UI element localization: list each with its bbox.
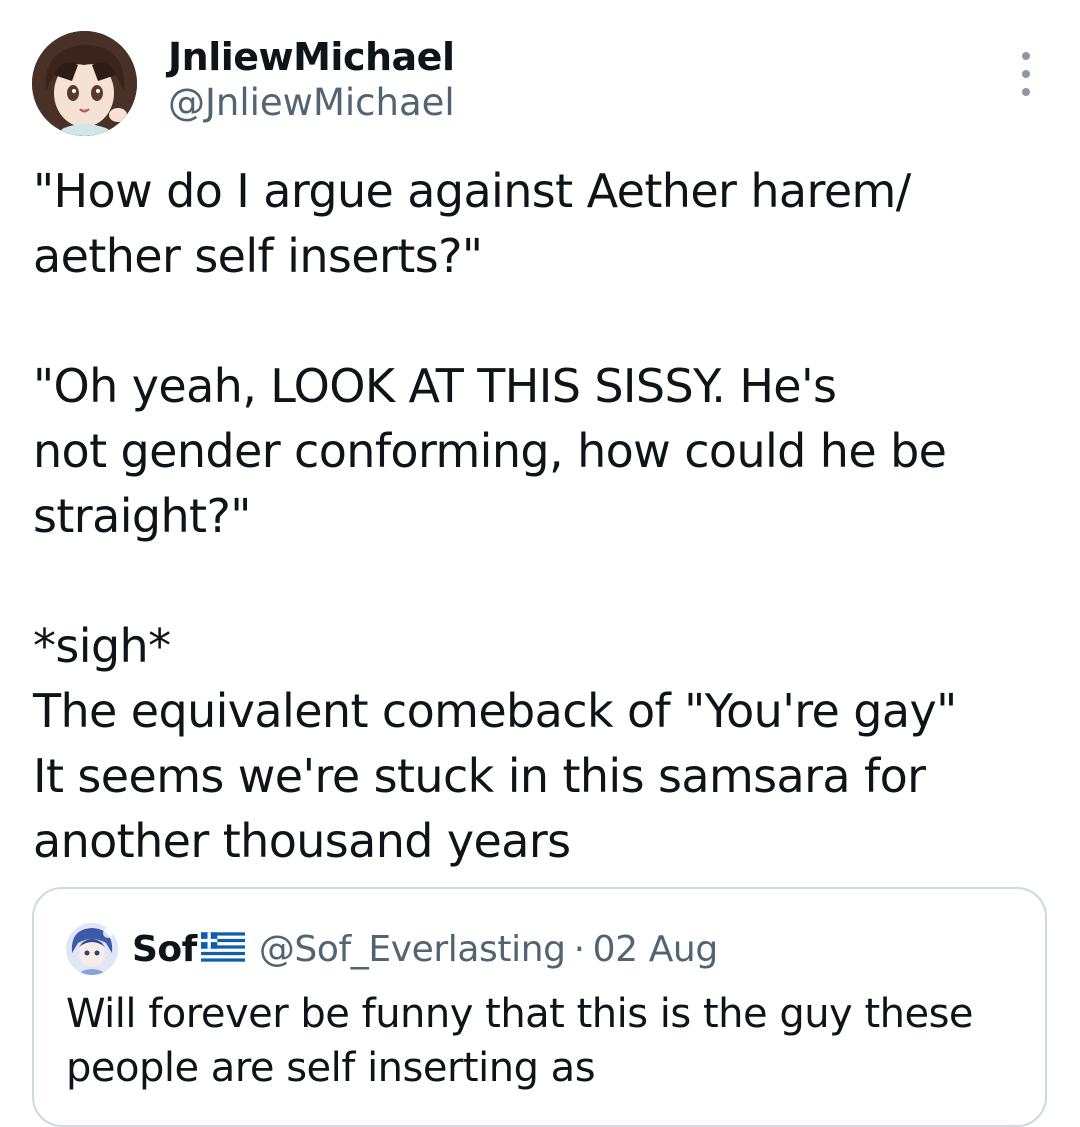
- tweet-body-line: *sigh*: [33, 619, 171, 673]
- more-options-icon[interactable]: [1008, 52, 1044, 96]
- author-display-name[interactable]: JnliewMichael: [168, 34, 455, 80]
- author-handle[interactable]: @JnliewMichael: [168, 80, 455, 126]
- more-dot: [1022, 88, 1030, 96]
- anime-character-avatar-icon: [66, 923, 118, 975]
- tweet-body: "How do I argue against Aether harem/ ae…: [33, 159, 1043, 874]
- anime-character-avatar-icon: [32, 31, 137, 136]
- tweet-body-line: another thousand years: [33, 814, 571, 868]
- quoted-tweet-line: Will forever be funny that this is the g…: [66, 991, 974, 1037]
- quoted-tweet-header: Sof @Sof_Everlasting · 02 Aug: [66, 923, 718, 975]
- author-avatar[interactable]: [32, 31, 137, 136]
- quoted-tweet-date: 02 Aug: [592, 928, 719, 970]
- tweet-body-line: It seems we're stuck in this samsara for: [33, 749, 926, 803]
- quoted-author-display-name: Sof: [132, 928, 197, 970]
- tweet-body-line: aether self inserts?": [33, 229, 483, 283]
- author-block: JnliewMichael @JnliewMichael: [168, 34, 455, 126]
- greece-flag-icon: [200, 932, 245, 966]
- quoted-author-handle: @Sof_Everlasting: [258, 928, 566, 970]
- quoted-author-avatar: [66, 923, 118, 975]
- quoted-tweet-card[interactable]: Sof @Sof_Everlasting · 02 Aug Will forev…: [32, 887, 1047, 1127]
- more-dot: [1022, 70, 1030, 78]
- tweet-body-line: not gender conforming, how could he be: [33, 424, 947, 478]
- tweet-body-line: straight?": [33, 489, 251, 543]
- tweet-body-line: "How do I argue against Aether harem/: [33, 164, 911, 218]
- tweet-body-line: The equivalent comeback of "You're gay": [33, 684, 957, 738]
- meta-separator: ·: [573, 928, 585, 970]
- quoted-tweet-line: people are self inserting as: [66, 1045, 596, 1091]
- more-dot: [1022, 52, 1030, 60]
- tweet: JnliewMichael @JnliewMichael "How do I a…: [0, 0, 1080, 1127]
- quoted-tweet-body: Will forever be funny that this is the g…: [66, 987, 1026, 1095]
- tweet-body-line: "Oh yeah, LOOK AT THIS SISSY. He's: [33, 359, 837, 413]
